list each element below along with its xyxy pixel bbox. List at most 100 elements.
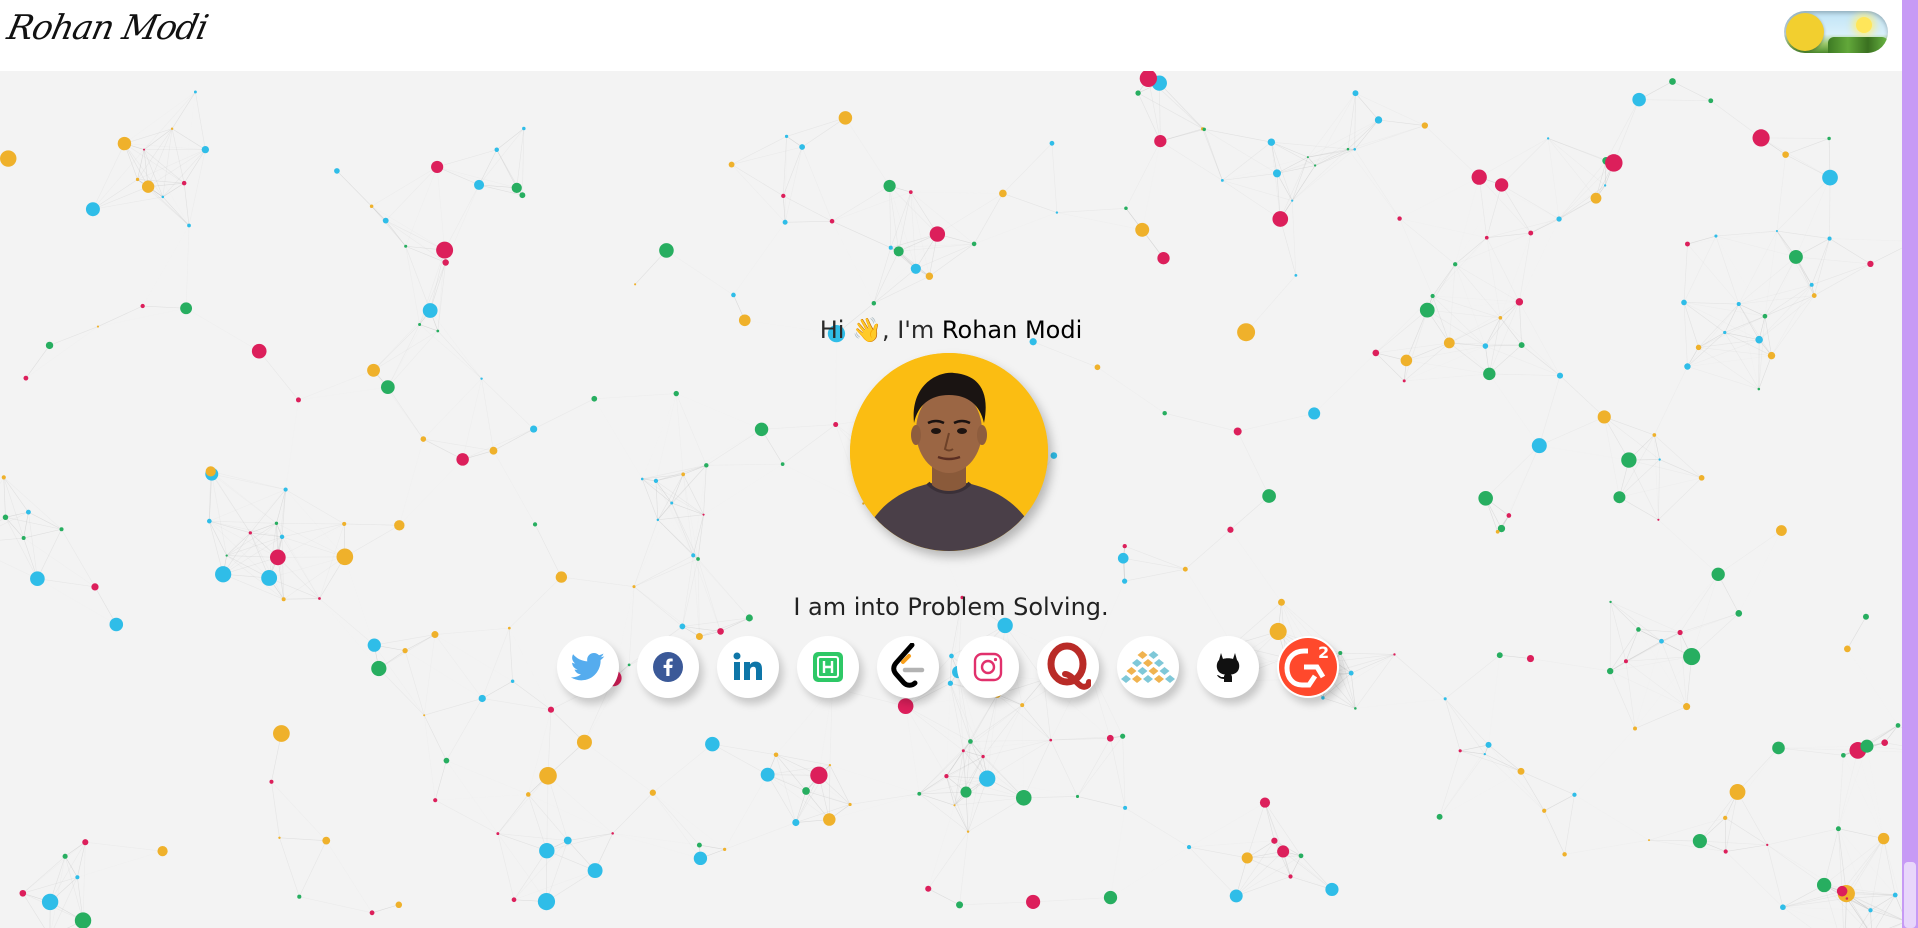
network-node [717,628,724,635]
network-node [723,847,727,852]
network-node [1531,438,1547,454]
network-node [1547,137,1550,140]
network-node [1154,134,1167,148]
network-node [784,134,789,139]
network-node [1267,138,1276,146]
network-node [519,192,526,199]
network-node [322,836,331,845]
network-node [960,786,972,798]
network-node [369,204,374,208]
github-link[interactable] [1197,636,1259,698]
network-node [1026,894,1041,909]
network-node [436,241,454,259]
leetcode-link[interactable] [877,636,939,698]
codechef-link[interactable] [1117,636,1179,698]
site-logo[interactable]: Rohan Modi [4,8,211,48]
network-node [1789,250,1803,264]
facebook-link[interactable] [637,636,699,698]
network-node [656,518,660,522]
network-node [704,463,709,468]
network-node [802,787,810,795]
network-node [838,111,853,125]
scrollbar-thumb[interactable] [1904,862,1916,928]
instagram-link[interactable] [957,636,1019,698]
network-node [1658,458,1661,461]
network-node [170,127,174,130]
network-node [1607,667,1614,675]
quora-link[interactable] [1037,636,1099,698]
network-node [369,910,375,916]
network-node [404,244,408,248]
network-node [1775,525,1787,536]
diamond-tile [1148,651,1159,659]
network-node [201,145,210,154]
network-node [511,182,522,193]
network-node [394,520,405,531]
network-node [1291,199,1294,202]
network-node [611,832,614,835]
network-node [181,180,187,186]
g2-link[interactable]: 2 [1277,636,1339,698]
linkedin-link[interactable] [717,636,779,698]
network-node [691,553,696,558]
network-node [1050,452,1058,459]
network-node [1346,147,1350,151]
network-node [754,422,769,437]
greeting: Hi 👋, I'm Rohan Modi [0,316,1902,344]
network-node [1892,892,1898,898]
network-node [728,161,735,168]
network-node [1272,211,1289,227]
instagram-icon [973,652,1003,682]
network-node [1122,543,1127,549]
network-node [1881,739,1889,747]
network-node [1,475,6,480]
network-node [1241,852,1253,864]
toggle-knob[interactable] [1786,13,1824,51]
diamond-tile [1143,659,1153,667]
network-node [1685,241,1690,247]
network-node [1313,164,1317,167]
network-node [1572,792,1577,797]
network-node [1809,282,1814,287]
theme-toggle[interactable] [1784,11,1888,53]
hackerrank-link[interactable] [797,636,859,698]
network-node [141,180,155,193]
network-node [1325,882,1339,897]
network-node [1478,491,1493,506]
network-node [537,893,556,911]
network-node [456,453,469,466]
network-node [1220,178,1224,182]
network-node [917,791,922,796]
network-node [161,195,165,199]
network-node [971,241,977,247]
network-node [823,813,836,826]
network-node [62,853,68,859]
network-node [555,571,568,583]
network-node [1484,235,1489,240]
scrollbar-track[interactable] [1902,0,1918,928]
twitter-link[interactable] [557,636,619,698]
network-node [25,509,31,515]
network-node [966,830,970,833]
network-node [893,246,904,257]
network-node [1393,653,1396,656]
network-node [1482,343,1489,349]
network-node [23,375,29,381]
network-node [681,472,686,477]
network-node [433,798,438,803]
network-node [925,885,932,892]
diamond-tile [1154,659,1164,667]
network-node [1259,797,1271,808]
network-node [944,774,949,779]
network-node [929,226,946,242]
network-node [297,894,302,899]
network-node [979,770,996,787]
network-node [1723,849,1728,854]
network-node [563,836,572,845]
network-node [968,739,973,744]
network-node [215,566,232,583]
network-node [1708,98,1714,104]
network-node [205,466,216,477]
network-node [494,147,499,152]
network-node [956,901,964,909]
